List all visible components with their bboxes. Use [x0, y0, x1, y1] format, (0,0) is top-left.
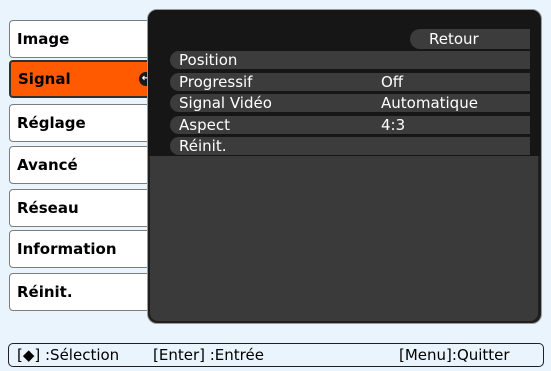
tab-label: Réseau	[17, 199, 79, 217]
tab-reseau[interactable]: Réseau	[9, 189, 155, 227]
tab-reglage[interactable]: Réglage	[9, 104, 155, 142]
tab-reinit[interactable]: Réinit.	[9, 273, 155, 311]
tab-label: Image	[17, 30, 70, 48]
menu-item-value: Off	[381, 73, 404, 91]
menu-item-progressif[interactable]: Progressif Off	[170, 73, 530, 91]
tab-label: Signal	[18, 70, 71, 88]
menu-item-value: Automatique	[381, 94, 478, 112]
help-quit: [Menu]:Quitter	[399, 346, 510, 364]
tab-label: Avancé	[17, 156, 78, 174]
menu-item-signal-video[interactable]: Signal Vidéo Automatique	[170, 94, 530, 112]
return-button[interactable]: Retour	[410, 29, 530, 49]
menu-item-aspect[interactable]: Aspect 4:3	[170, 116, 530, 134]
tab-information[interactable]: Information	[9, 230, 155, 268]
menu-item-label: Aspect	[179, 116, 230, 134]
help-enter: [Enter] :Entrée	[153, 346, 264, 364]
menu-item-value: 4:3	[381, 116, 406, 134]
menu-item-position[interactable]: Position	[170, 51, 530, 69]
tab-label: Réglage	[17, 114, 86, 132]
menu-item-label: Réinit.	[179, 137, 227, 155]
help-bar: [◆] :Sélection [Enter] :Entrée [Menu]:Qu…	[8, 343, 544, 367]
help-select: [◆] :Sélection	[17, 346, 120, 364]
tab-avance[interactable]: Avancé	[9, 146, 155, 184]
menu-item-label: Position	[179, 51, 238, 69]
tab-label: Réinit.	[17, 283, 73, 301]
tab-label: Information	[17, 240, 117, 258]
menu-item-label: Signal Vidéo	[179, 94, 272, 112]
menu-item-reinit[interactable]: Réinit.	[170, 137, 530, 155]
tab-signal[interactable]: Signal ↵	[9, 60, 159, 98]
tab-image[interactable]: Image	[9, 20, 155, 58]
menu-item-label: Progressif	[179, 73, 253, 91]
menu-empty-area	[150, 156, 538, 321]
